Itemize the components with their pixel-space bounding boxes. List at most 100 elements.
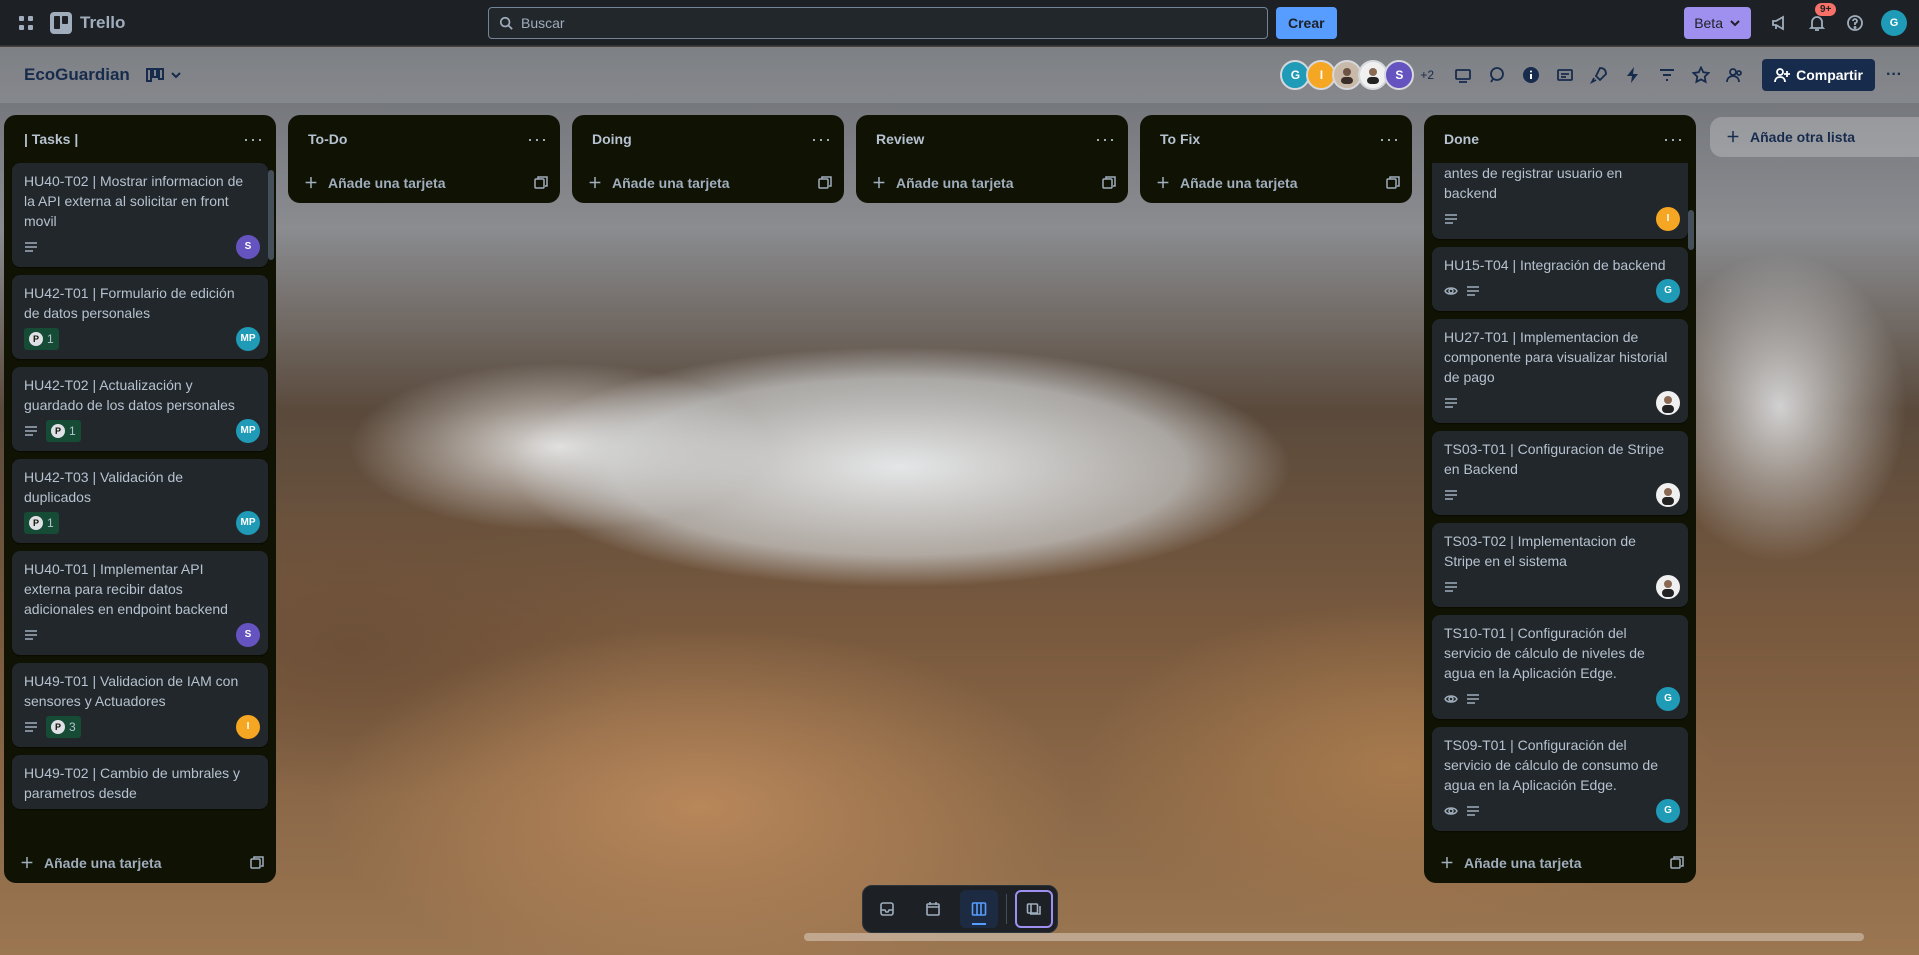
list-menu-icon[interactable]: ··· bbox=[811, 129, 832, 150]
card-title: HU49-T01 | Validacion de IAM con sensore… bbox=[24, 673, 239, 709]
create-from-template-icon[interactable] bbox=[1670, 856, 1684, 870]
card-member-avatar[interactable]: G bbox=[1656, 279, 1680, 303]
app-switcher-icon[interactable] bbox=[10, 7, 42, 39]
create-button[interactable]: Crear bbox=[1276, 7, 1337, 39]
user-avatar[interactable]: G bbox=[1881, 10, 1907, 36]
list-title[interactable]: Review bbox=[876, 131, 924, 147]
list-title[interactable]: Done bbox=[1444, 131, 1479, 147]
add-card-button[interactable]: ＋ Añade una tarjeta bbox=[1424, 843, 1696, 883]
list-title[interactable]: To Fix bbox=[1160, 131, 1200, 147]
board-icon[interactable] bbox=[959, 890, 998, 928]
add-card-button[interactable]: ＋ Añade una tarjeta bbox=[1140, 163, 1412, 203]
rocket-icon[interactable] bbox=[1584, 60, 1614, 90]
card[interactable]: TS03-T01 | Configuracion de Stripe en Ba… bbox=[1432, 431, 1688, 515]
list-menu-icon[interactable]: ··· bbox=[527, 129, 548, 150]
list-menu-icon[interactable]: ··· bbox=[1095, 129, 1116, 150]
card-member-avatar-photo[interactable] bbox=[1656, 575, 1680, 599]
card[interactable]: TS03-T02 | Implementacion de Stripe en e… bbox=[1432, 523, 1688, 607]
list-header[interactable]: Done ··· bbox=[1424, 115, 1696, 163]
board-members[interactable]: G I S +2 bbox=[1280, 60, 1434, 90]
list-header[interactable]: To Fix ··· bbox=[1140, 115, 1412, 163]
card[interactable]: TS10-T01 | Configuración del servicio de… bbox=[1432, 615, 1688, 719]
card[interactable]: HU42-T01 | Formulario de edición de dato… bbox=[12, 275, 268, 359]
card-view-icon[interactable] bbox=[1550, 60, 1580, 90]
list-scrollbar[interactable] bbox=[268, 170, 274, 260]
add-card-button[interactable]: ＋ Añade una tarjeta bbox=[288, 163, 560, 203]
card-member-avatar[interactable]: MP bbox=[236, 327, 260, 351]
list-header[interactable]: Review ··· bbox=[856, 115, 1128, 163]
card-member-avatar-photo[interactable] bbox=[1656, 391, 1680, 415]
board-header: EcoGuardian G I S +2 Compartir ··· bbox=[0, 47, 1919, 103]
card-member-avatar[interactable]: I bbox=[236, 715, 260, 739]
add-card-button[interactable]: ＋ Añade una tarjeta bbox=[856, 163, 1128, 203]
card[interactable]: HU49-T01 | Validacion de IAM con sensore… bbox=[12, 663, 268, 747]
help-icon[interactable] bbox=[1839, 7, 1871, 39]
board-menu-icon[interactable]: ··· bbox=[1879, 60, 1909, 90]
member-avatar[interactable]: S bbox=[1384, 60, 1415, 90]
board-view-switcher[interactable] bbox=[142, 60, 186, 90]
board-view-icon bbox=[145, 68, 164, 82]
add-card-button[interactable]: ＋ Añade una tarjeta bbox=[4, 843, 276, 883]
extra-members-count[interactable]: +2 bbox=[1420, 68, 1434, 82]
automation-bolt-icon[interactable] bbox=[1618, 60, 1648, 90]
add-list-button[interactable]: ＋ Añade otra lista bbox=[1710, 117, 1919, 157]
card-member-avatar-photo[interactable] bbox=[1656, 483, 1680, 507]
list-scrollbar[interactable] bbox=[1688, 210, 1694, 250]
card[interactable]: HU15-T04 | Integración de backend G bbox=[1432, 247, 1688, 311]
card[interactable]: HU09-T03 | Validación de pago antes de r… bbox=[1432, 163, 1688, 239]
list-menu-icon[interactable]: ··· bbox=[1663, 129, 1684, 150]
create-from-template-icon[interactable] bbox=[250, 856, 264, 870]
search-input[interactable]: Buscar bbox=[488, 7, 1268, 39]
description-icon bbox=[24, 628, 38, 642]
megaphone-icon[interactable] bbox=[1763, 7, 1795, 39]
list-title[interactable]: Doing bbox=[592, 131, 632, 147]
card[interactable]: HU42-T03 | Validación de duplicados P 1 MP bbox=[12, 459, 268, 543]
horizontal-scrollbar[interactable] bbox=[804, 933, 1864, 941]
card[interactable]: HU27-T01 | Implementacion de componente … bbox=[1432, 319, 1688, 423]
card-member-avatar[interactable]: MP bbox=[236, 419, 260, 443]
card[interactable]: HU42-T02 | Actualización y guardado de l… bbox=[12, 367, 268, 451]
card-member-avatar[interactable]: S bbox=[236, 623, 260, 647]
search-icon bbox=[499, 16, 513, 30]
card-member-avatar[interactable]: I bbox=[1656, 207, 1680, 231]
card[interactable]: HU40-T02 | Mostrar informacion de la API… bbox=[12, 163, 268, 267]
list-menu-icon[interactable]: ··· bbox=[243, 129, 264, 150]
list-header[interactable]: To-Do ··· bbox=[288, 115, 560, 163]
create-from-template-icon[interactable] bbox=[1386, 176, 1400, 190]
card-list[interactable]: HU09-T03 | Validación de pago antes de r… bbox=[1424, 163, 1696, 843]
card-member-avatar[interactable]: G bbox=[1656, 799, 1680, 823]
card-list[interactable]: HU40-T02 | Mostrar informacion de la API… bbox=[4, 163, 276, 843]
add-card-label: Añade una tarjeta bbox=[1180, 175, 1298, 191]
beta-button[interactable]: Beta bbox=[1684, 7, 1751, 39]
list-menu-icon[interactable]: ··· bbox=[1379, 129, 1400, 150]
board-title[interactable]: EcoGuardian bbox=[12, 65, 142, 85]
card[interactable]: HU49-T02 | Cambio de umbrales y parametr… bbox=[12, 755, 268, 809]
card[interactable]: TS09-T01 | Configuración del servicio de… bbox=[1432, 727, 1688, 831]
star-icon[interactable] bbox=[1686, 60, 1716, 90]
info-icon[interactable] bbox=[1516, 60, 1546, 90]
card-member-avatar[interactable]: G bbox=[1656, 687, 1680, 711]
list-title[interactable]: | Tasks | bbox=[24, 131, 78, 147]
list-header[interactable]: | Tasks | ··· bbox=[4, 115, 276, 163]
card[interactable]: HU40-T01 | Implementar API externa para … bbox=[12, 551, 268, 655]
create-from-template-icon[interactable] bbox=[1102, 176, 1116, 190]
nav-divider bbox=[1005, 894, 1007, 924]
calendar-icon[interactable] bbox=[914, 890, 952, 928]
inbox-icon[interactable] bbox=[868, 890, 906, 928]
switch-boards-icon[interactable] bbox=[1014, 890, 1053, 928]
power-ups-icon[interactable] bbox=[1448, 60, 1478, 90]
card-member-avatar[interactable]: S bbox=[236, 235, 260, 259]
list-header[interactable]: Doing ··· bbox=[572, 115, 844, 163]
comments-icon[interactable] bbox=[1482, 60, 1512, 90]
workspace-visibility-icon[interactable] bbox=[1720, 60, 1750, 90]
description-icon bbox=[1444, 488, 1458, 502]
trello-logo[interactable]: Trello bbox=[50, 11, 125, 34]
notifications-bell-icon[interactable]: 9+ bbox=[1801, 3, 1837, 39]
card-member-avatar[interactable]: MP bbox=[236, 511, 260, 535]
add-card-button[interactable]: ＋ Añade una tarjeta bbox=[572, 163, 844, 203]
create-from-template-icon[interactable] bbox=[534, 176, 548, 190]
list-title[interactable]: To-Do bbox=[308, 131, 347, 147]
share-button[interactable]: Compartir bbox=[1762, 59, 1875, 91]
create-from-template-icon[interactable] bbox=[818, 176, 832, 190]
filter-icon[interactable] bbox=[1652, 60, 1682, 90]
